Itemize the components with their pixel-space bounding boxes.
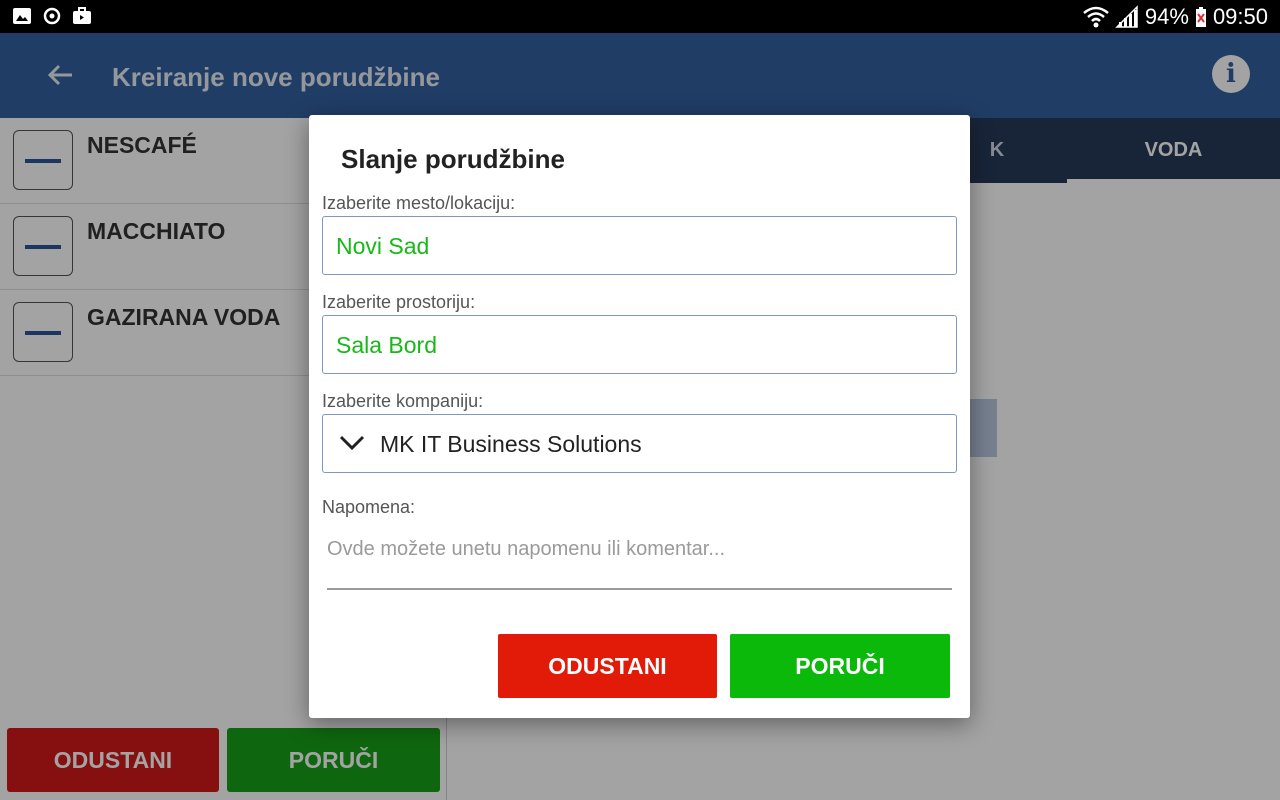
status-right: 94% 09:50 [1083, 4, 1268, 30]
briefcase-icon [73, 7, 91, 24]
location-field[interactable]: Novi Sad [322, 216, 957, 275]
room-value: Sala Bord [336, 332, 438, 358]
room-field[interactable]: Sala Bord [322, 315, 957, 374]
cancel-button[interactable]: ODUSTANI [498, 634, 717, 698]
room-label: Izaberite prostoriju: [322, 292, 476, 312]
order-button[interactable]: PORUČI [730, 634, 950, 698]
wifi-icon [1083, 6, 1109, 28]
location-value: Novi Sad [336, 233, 430, 259]
signal-icon [1115, 5, 1138, 28]
company-value: MK IT Business Solutions [380, 431, 642, 457]
company-label: Izaberite kompaniju: [322, 391, 484, 411]
note-input[interactable]: Ovde možete unetu napomenu ili komentar.… [327, 538, 725, 561]
note-label: Napomena: [322, 497, 416, 517]
location-label: Izaberite mesto/lokaciju: [322, 193, 516, 213]
gallery-icon [13, 8, 31, 24]
status-bar: 94% 09:50 [0, 0, 1280, 33]
note-underline [327, 588, 952, 590]
clock: 09:50 [1212, 4, 1268, 29]
dialog-title: Slanje porudžbine [341, 144, 565, 174]
company-select[interactable]: MK IT Business Solutions [322, 414, 957, 473]
battery-icon [1195, 7, 1206, 27]
sync-icon [43, 7, 61, 25]
status-left-icons [12, 6, 92, 26]
battery-percent: 94% [1144, 4, 1189, 29]
chevron-down-icon [339, 435, 365, 451]
send-order-dialog: Slanje porudžbine Izaberite mesto/lokaci… [309, 115, 970, 718]
